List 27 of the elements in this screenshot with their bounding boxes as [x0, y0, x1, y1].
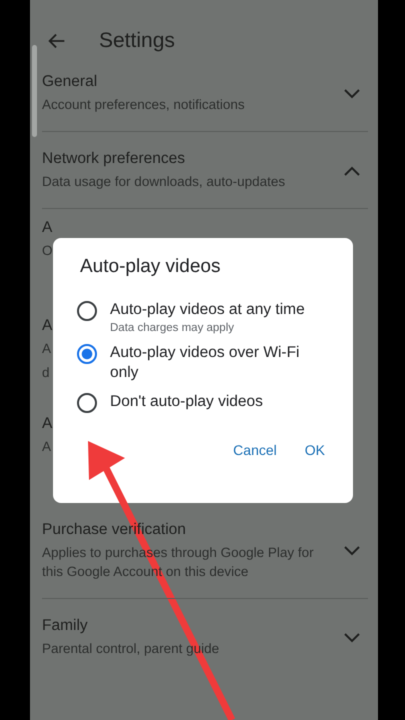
- dialog-title: Auto-play videos: [80, 256, 222, 278]
- covered-text: A: [42, 438, 52, 456]
- radio-button[interactable]: [77, 393, 97, 414]
- section-title[interactable]: Family: [42, 616, 88, 635]
- chevron-down-icon[interactable]: [344, 88, 360, 99]
- chevron-down-icon[interactable]: [344, 632, 360, 642]
- option-note: Data charges may apply: [110, 322, 236, 334]
- cancel-button[interactable]: Cancel: [229, 436, 281, 464]
- covered-text: A: [42, 218, 52, 237]
- covered-text: A: [42, 340, 52, 358]
- radio-button[interactable]: [77, 344, 97, 364]
- option-label[interactable]: Auto-play videos over Wi-Fi only: [110, 343, 329, 384]
- covered-text: O: [42, 242, 53, 260]
- section-subtitle: Account preferences, notifications: [42, 96, 245, 114]
- section-title[interactable]: Network preferences: [42, 150, 186, 168]
- screen-title: Settings: [99, 29, 175, 53]
- covered-text: d: [42, 364, 50, 382]
- option-label[interactable]: Auto-play videos at any time: [110, 300, 305, 320]
- radio-button[interactable]: [77, 301, 97, 321]
- section-title[interactable]: General: [42, 73, 98, 91]
- covered-text: A: [42, 414, 52, 433]
- chevron-down-icon[interactable]: [344, 546, 360, 556]
- chevron-up-icon[interactable]: [344, 166, 360, 176]
- section-subtitle: Data usage for downloads, auto-updates: [42, 172, 286, 191]
- covered-text: A: [42, 316, 52, 335]
- ok-button[interactable]: OK: [300, 436, 329, 464]
- option-label[interactable]: Don't auto-play videos: [110, 392, 263, 413]
